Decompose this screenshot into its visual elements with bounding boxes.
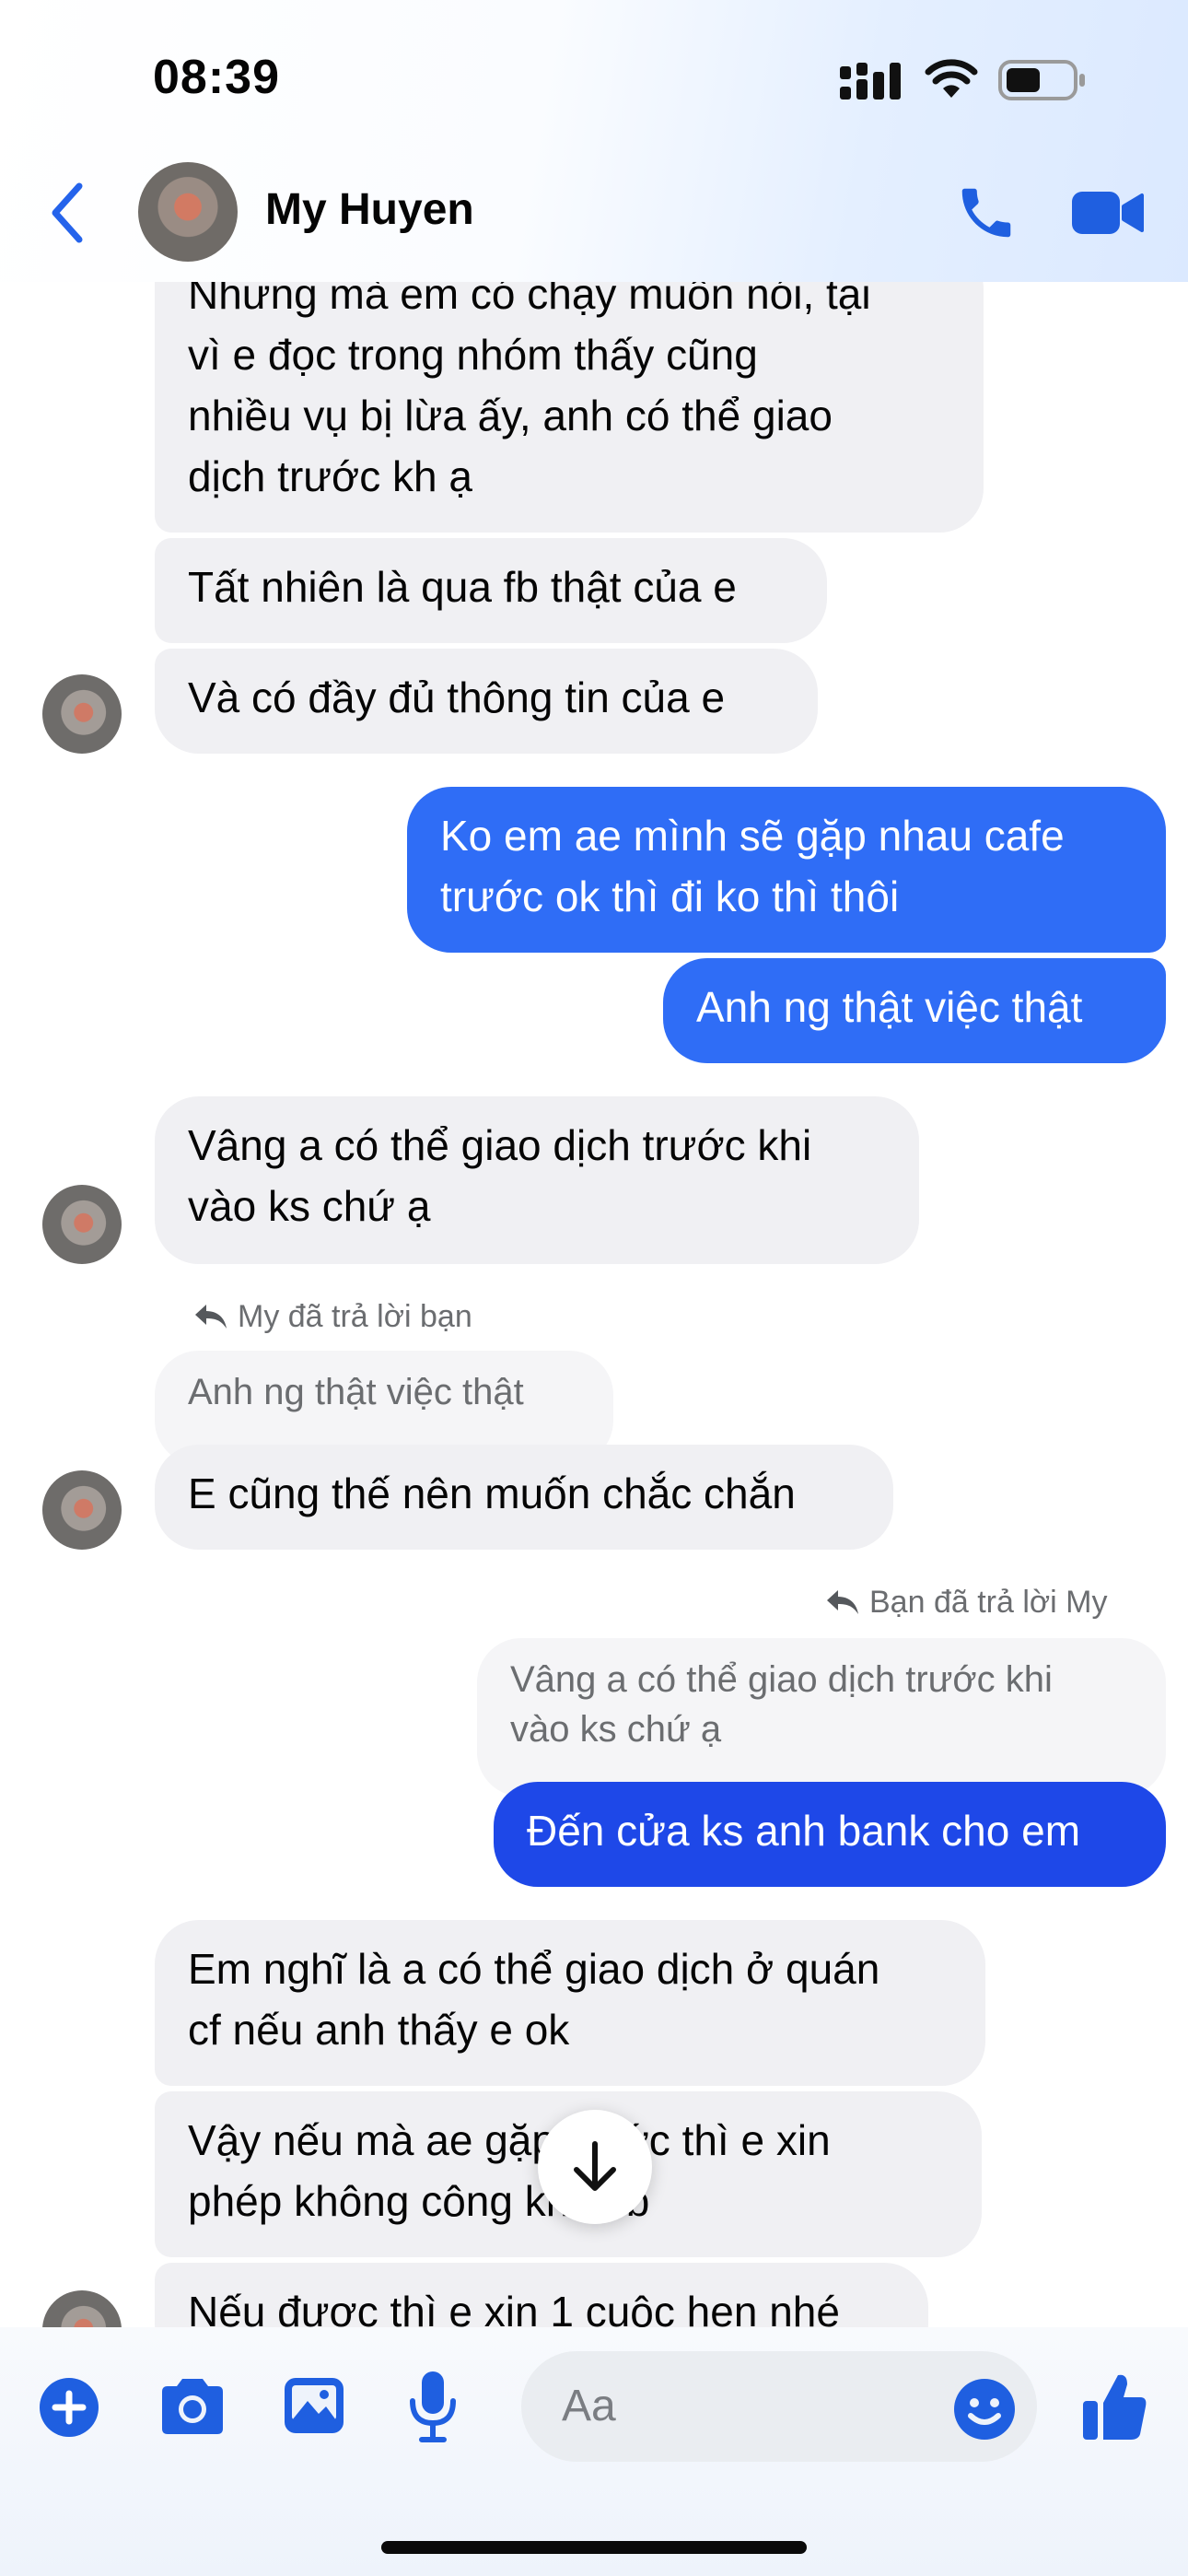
contact-name[interactable]: My Huyen (265, 184, 474, 235)
gallery-icon[interactable] (282, 2375, 346, 2436)
back-chevron-icon[interactable] (46, 181, 90, 245)
microphone-icon[interactable] (407, 2370, 459, 2443)
emoji-icon[interactable] (952, 2377, 1017, 2441)
incoming-message[interactable]: Em nghĩ là a có thể giao dịch ở quán cf … (155, 1920, 985, 2086)
reply-note: Bạn đã trả lời My (869, 1585, 1108, 1620)
incoming-message[interactable]: E cũng thế nên muốn chắc chắn (155, 1445, 893, 1550)
reply-note: My đã trả lời bạn (238, 1299, 472, 1334)
sender-avatar[interactable] (42, 1185, 122, 1264)
message-list[interactable]: Nhưng mà em có chạy muốn nói, tại vì e đ… (0, 282, 1188, 2327)
video-icon[interactable] (1070, 186, 1146, 240)
incoming-message[interactable]: Và có đầy đủ thông tin của e (155, 649, 818, 754)
wifi-icon (925, 59, 978, 98)
arrow-down-icon (574, 2141, 616, 2191)
battery-icon (998, 60, 1085, 100)
contact-avatar[interactable] (138, 162, 238, 262)
phone-icon[interactable] (954, 181, 1019, 245)
camera-icon[interactable] (157, 2375, 228, 2436)
home-indicator[interactable] (381, 2541, 807, 2554)
sender-avatar[interactable] (42, 2290, 122, 2327)
outgoing-message[interactable]: Đến cửa ks anh bank cho em (494, 1782, 1166, 1887)
plus-icon[interactable] (39, 2377, 99, 2438)
signal-icon (840, 63, 901, 100)
status-time: 08:39 (153, 51, 280, 104)
scroll-to-bottom-button[interactable] (538, 2110, 652, 2224)
incoming-message[interactable]: Tất nhiên là qua fb thật của e (155, 538, 827, 643)
thumbs-up-icon[interactable] (1081, 2370, 1149, 2443)
outgoing-message[interactable]: Ko em ae mình sẽ gặp nhau cafe trước ok … (407, 787, 1166, 953)
incoming-message[interactable]: Nhưng mà em có chạy muốn nói, tại vì e đ… (155, 282, 984, 533)
sender-avatar[interactable] (42, 674, 122, 754)
reply-icon (195, 1305, 227, 1329)
outgoing-message[interactable]: Anh ng thật việc thật (663, 958, 1166, 1063)
chat-header: 08:39 My Huyen (0, 0, 1188, 282)
reply-icon (827, 1590, 858, 1614)
incoming-message[interactable]: Vâng a có thể giao dịch trước khi vào ks… (155, 1096, 919, 1264)
incoming-message[interactable]: Nếu được thì e xin 1 cuộc hẹn nhé (155, 2263, 928, 2327)
quoted-message[interactable]: Vâng a có thể giao dịch trước khi vào ks… (477, 1638, 1166, 1797)
sender-avatar[interactable] (42, 1470, 122, 1550)
